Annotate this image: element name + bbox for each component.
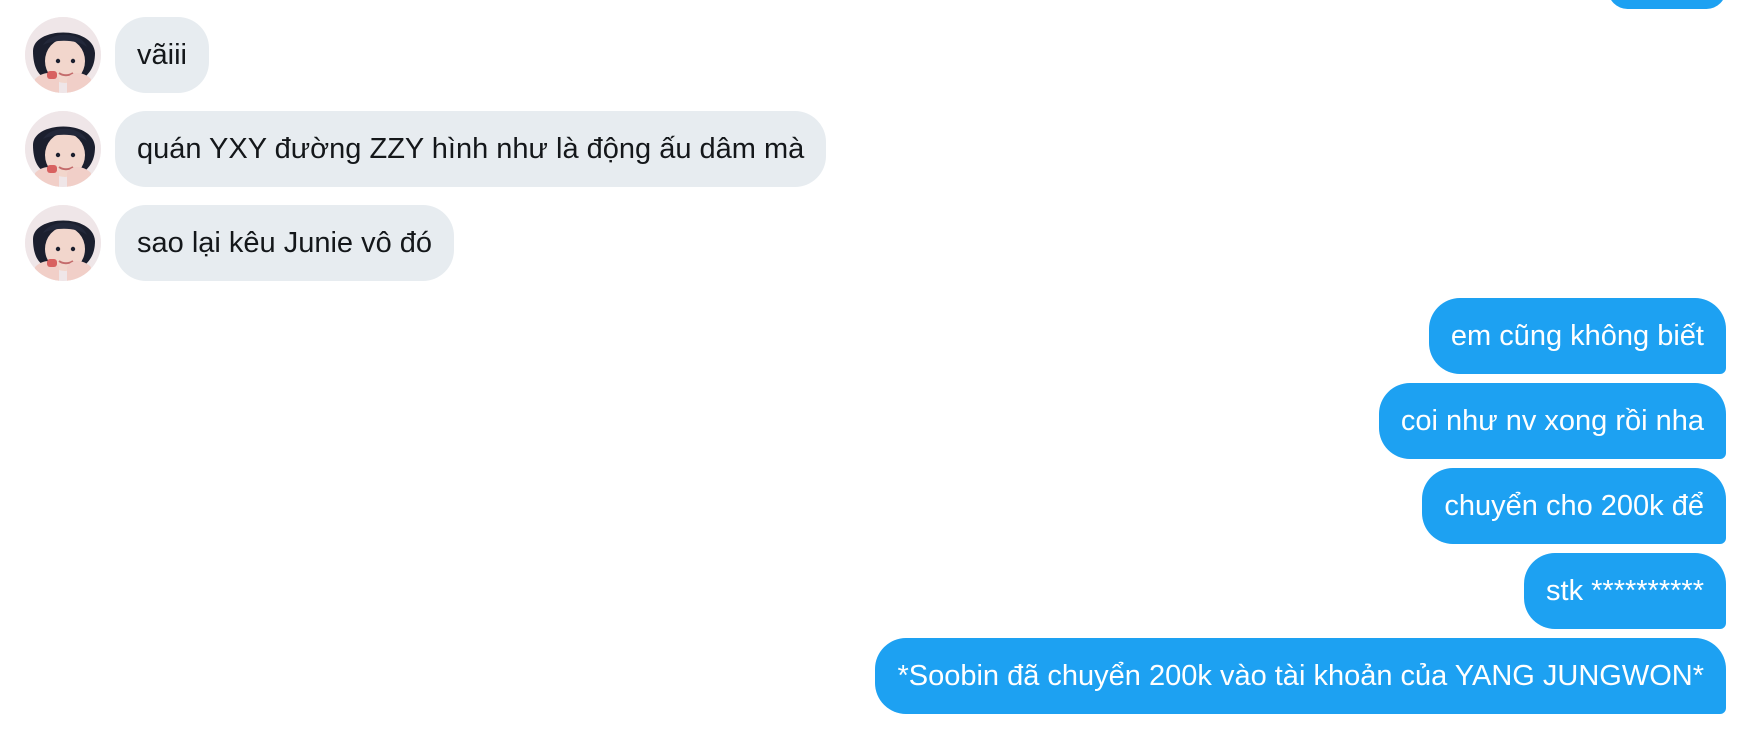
outgoing-message-bubble[interactable]: chuyển cho 200k để — [1422, 468, 1726, 544]
outgoing-message-row: stk ********** — [1524, 553, 1726, 629]
outgoing-message-bubble[interactable]: *Soobin đã chuyển 200k vào tài khoản của… — [875, 638, 1726, 714]
outgoing-message-row: chuyển cho 200k để — [1422, 468, 1726, 544]
incoming-message-bubble[interactable]: quán YXY đường ZZY hình như là động ấu d… — [115, 111, 827, 187]
outgoing-message-row: *Soobin đã chuyển 200k vào tài khoản của… — [875, 638, 1726, 714]
outgoing-message-row: em cũng không biết — [1428, 298, 1726, 374]
incoming-message-row: quán YXY đường ZZY hình như là động ấu d… — [25, 111, 827, 187]
outgoing-message-bubble[interactable]: coi như nv xong rồi nha — [1378, 383, 1726, 459]
incoming-message-bubble[interactable]: sao lại kêu Junie vô đó — [115, 205, 455, 281]
avatar-icon[interactable] — [25, 205, 101, 281]
avatar-icon[interactable] — [25, 111, 101, 187]
outgoing-message-bubble[interactable]: em cũng không biết — [1428, 298, 1726, 374]
incoming-message-row: sao lại kêu Junie vô đó — [25, 205, 455, 281]
chat-thread: vãiii quán YXY đường ZZY hình như là độn… — [0, 0, 1751, 737]
incoming-message-bubble[interactable]: vãiii — [115, 17, 209, 93]
outgoing-message-row: coi như nv xong rồi nha — [1378, 383, 1726, 459]
previous-outgoing-message[interactable] — [1608, 0, 1726, 9]
incoming-message-row: vãiii — [25, 17, 209, 93]
avatar-icon[interactable] — [25, 17, 101, 93]
outgoing-message-bubble[interactable]: stk ********** — [1524, 553, 1726, 629]
